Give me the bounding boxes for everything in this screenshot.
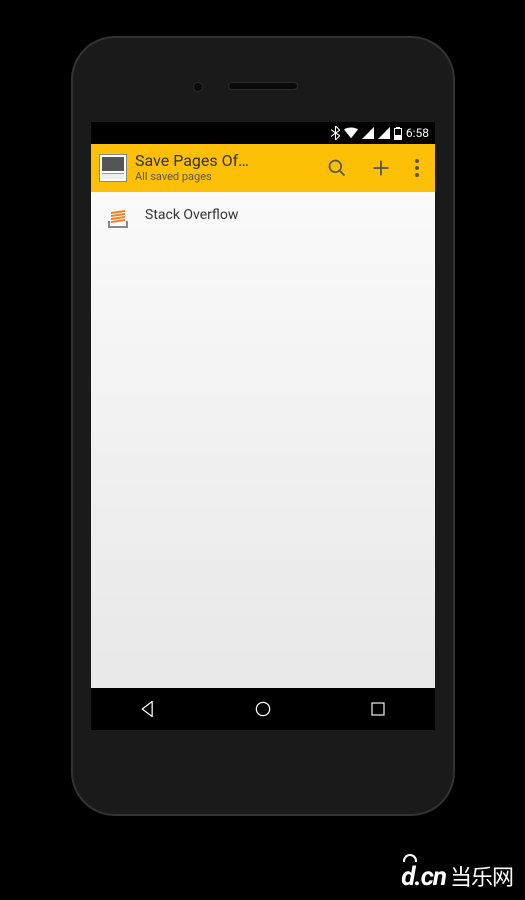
wifi-icon: [344, 127, 358, 139]
overflow-menu-button[interactable]: [407, 159, 427, 177]
search-icon: [327, 158, 347, 178]
list-item[interactable]: Stack Overflow: [91, 192, 435, 238]
watermark-text: 当乐网: [450, 860, 513, 892]
app-title-group: Save Pages Of… All saved pages: [135, 152, 311, 183]
add-button[interactable]: [363, 150, 399, 186]
phone-frame: 6:58 Save Pages Of… All saved pages: [73, 38, 453, 814]
phone-speaker: [228, 82, 298, 90]
list-item-label: Stack Overflow: [145, 207, 238, 223]
status-time: 6:58: [406, 126, 429, 140]
bluetooth-icon: [331, 126, 340, 140]
status-bar: 6:58: [91, 122, 435, 144]
recents-button[interactable]: [348, 688, 408, 730]
app-bar: Save Pages Of… All saved pages: [91, 144, 435, 192]
app-title: Save Pages Of…: [135, 152, 311, 170]
phone-camera: [193, 82, 203, 92]
app-subtitle: All saved pages: [135, 171, 311, 184]
signal-icon-2: [378, 127, 390, 139]
search-button[interactable]: [319, 150, 355, 186]
stackoverflow-icon: [105, 202, 131, 228]
back-button[interactable]: [118, 688, 178, 730]
content-area: Stack Overflow: [91, 192, 435, 688]
back-icon: [138, 699, 158, 719]
plus-icon: [370, 157, 392, 179]
navigation-bar: [91, 688, 435, 730]
home-button[interactable]: [233, 688, 293, 730]
signal-icon: [362, 127, 374, 139]
battery-icon: [394, 127, 402, 140]
screen: 6:58 Save Pages Of… All saved pages: [91, 122, 435, 730]
recents-icon: [369, 700, 387, 718]
app-icon: [99, 154, 127, 182]
home-icon: [253, 699, 273, 719]
watermark: d.cn 当乐网: [401, 860, 513, 892]
watermark-brand: d.cn: [401, 862, 446, 892]
